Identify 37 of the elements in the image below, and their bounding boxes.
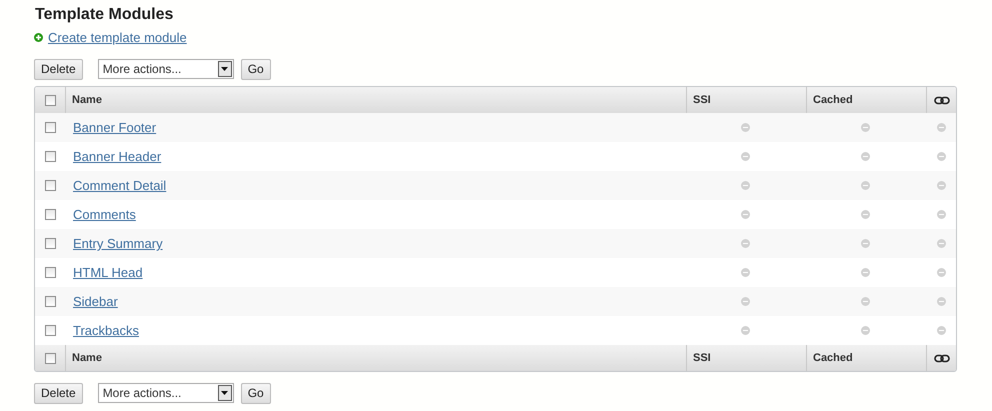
module-link[interactable]: Sidebar: [73, 294, 118, 309]
column-header[interactable]: SSI: [693, 94, 711, 106]
module-link[interactable]: Entry Summary: [73, 236, 163, 251]
row-checkbox[interactable]: [44, 209, 56, 220]
caret-icon: [218, 61, 232, 77]
row-checkbox[interactable]: [44, 296, 56, 307]
column-header[interactable]: SSI: [693, 352, 711, 364]
delete-button[interactable]: Delete: [34, 58, 83, 80]
page-title: Template Modules: [35, 5, 174, 25]
module-link[interactable]: Trackbacks: [73, 323, 139, 338]
column-header[interactable]: Name: [72, 352, 102, 364]
link-icon: [934, 96, 950, 104]
add-icon: [34, 32, 43, 42]
go-button[interactable]: Go: [240, 58, 271, 80]
caret-icon: [218, 385, 232, 401]
row-checkbox[interactable]: [44, 180, 56, 191]
column-header[interactable]: Name: [72, 94, 102, 106]
create-link[interactable]: Create template module: [48, 30, 187, 44]
row-checkbox[interactable]: [44, 151, 56, 162]
row-checkbox[interactable]: [44, 267, 56, 278]
module-link[interactable]: Banner Footer: [73, 120, 156, 135]
actions-dropdown[interactable]: More actions...: [98, 59, 234, 79]
module-link[interactable]: Comment Detail: [73, 178, 166, 193]
module-link[interactable]: Banner Header: [73, 149, 162, 164]
row-checkbox[interactable]: [44, 325, 56, 336]
link-icon: [934, 354, 950, 362]
row-checkbox[interactable]: [44, 122, 56, 133]
module-link[interactable]: HTML Head: [73, 265, 143, 280]
select-all-checkbox[interactable]: [44, 94, 56, 106]
column-header[interactable]: Cached: [813, 94, 853, 106]
select-all-checkbox[interactable]: [44, 352, 56, 364]
go-button[interactable]: Go: [240, 382, 271, 404]
column-header[interactable]: Cached: [813, 352, 853, 364]
actions-dropdown[interactable]: More actions...: [98, 383, 234, 403]
module-link[interactable]: Comments: [73, 207, 136, 222]
delete-button[interactable]: Delete: [34, 382, 83, 404]
row-checkbox[interactable]: [44, 238, 56, 249]
